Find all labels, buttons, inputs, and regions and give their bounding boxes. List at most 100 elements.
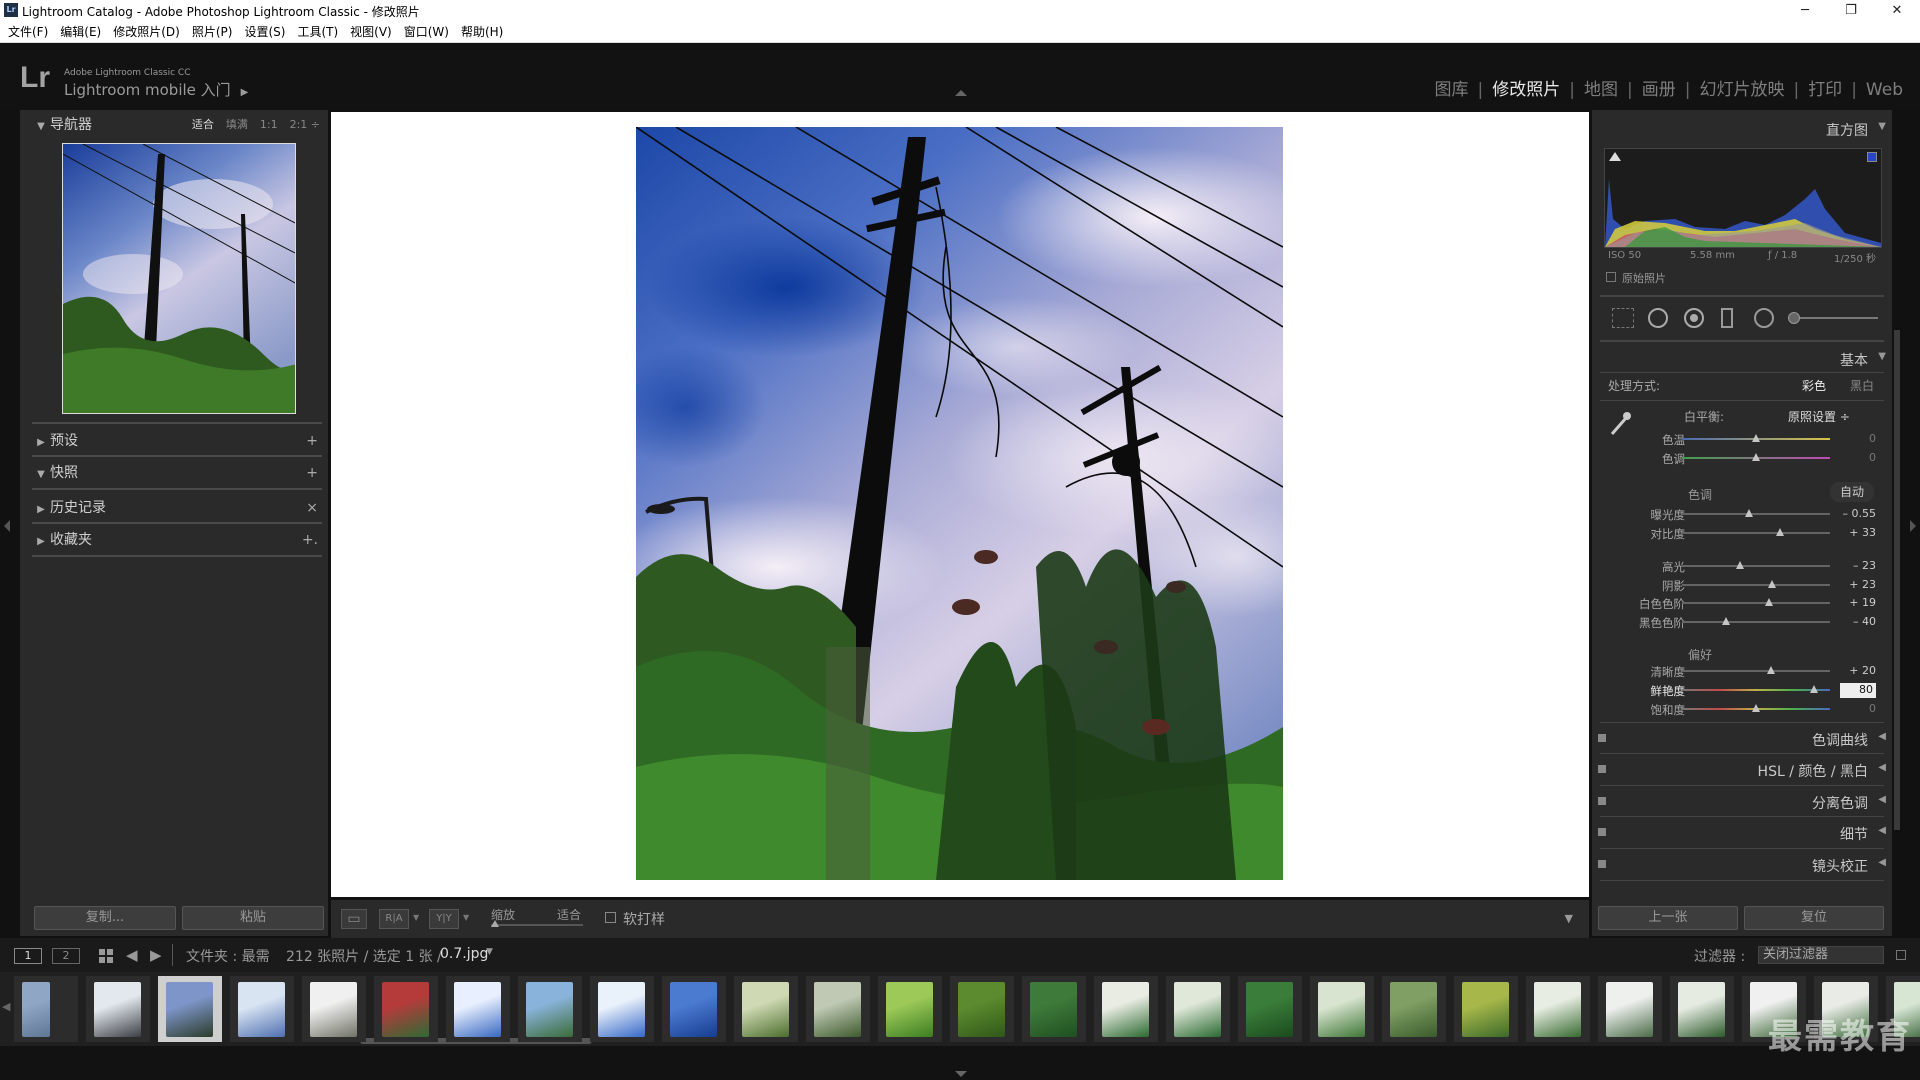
previous-photo-icon[interactable]: ◀ (126, 946, 138, 964)
slider-value[interactable]: – 0.55 (1836, 507, 1877, 520)
collapse-bottom-arrow-icon[interactable] (955, 1071, 967, 1077)
clear-history-icon[interactable]: × (306, 493, 318, 523)
menu-tools[interactable]: 工具(T) (291, 21, 344, 43)
tone-curve-toggle-icon[interactable] (1598, 734, 1606, 742)
slider-knob[interactable] (1752, 434, 1760, 442)
menu-view[interactable]: 视图(V) (344, 21, 398, 43)
radial-filter-icon[interactable] (1754, 308, 1774, 328)
red-eye-icon[interactable] (1684, 308, 1704, 328)
filename-dropdown-icon[interactable]: ▼ (486, 947, 493, 957)
slider-track[interactable] (1682, 621, 1830, 623)
filmstrip-thumbnail[interactable] (1246, 982, 1293, 1037)
filmstrip-thumbnail[interactable] (1102, 982, 1149, 1037)
slider-knob[interactable] (1744, 509, 1753, 517)
soft-proof-checkbox[interactable] (605, 912, 616, 923)
restore-icon[interactable]: ❐ (1828, 0, 1874, 21)
add-snapshot-icon[interactable]: + (306, 458, 318, 488)
add-preset-icon[interactable]: + (306, 426, 318, 456)
slider-value[interactable]: + 20 (1836, 664, 1876, 677)
main-photo[interactable] (636, 127, 1283, 880)
slider-value[interactable]: 80 (1840, 683, 1876, 698)
menu-window[interactable]: 窗口(W) (398, 21, 455, 43)
slider-knob[interactable] (1766, 666, 1775, 674)
slider-knob[interactable] (1752, 453, 1760, 461)
previous-settings-button[interactable]: 上一张 (1598, 906, 1738, 930)
paste-settings-button[interactable]: 粘贴 (182, 906, 324, 930)
hsl-header[interactable]: HSL / 颜色 / 黑白 ◀ (1592, 755, 1892, 783)
copy-settings-button[interactable]: 复制... (34, 906, 176, 930)
current-filename[interactable]: 0.7.jpg (440, 946, 488, 962)
slider-knob[interactable] (1722, 617, 1731, 625)
lens-correction-toggle-icon[interactable] (1598, 860, 1606, 868)
filmstrip-thumbnail[interactable] (1534, 982, 1581, 1037)
menu-develop[interactable]: 修改照片(D) (107, 21, 186, 43)
dropdown-arrow-icon[interactable]: ▼ (463, 913, 469, 922)
module-slideshow[interactable]: 幻灯片放映 (1690, 75, 1793, 100)
presets-header[interactable]: ▶ 预设 + (20, 426, 328, 456)
filmstrip-thumbnail[interactable] (1678, 982, 1725, 1037)
filmstrip-thumbnail[interactable] (598, 982, 645, 1037)
basic-header[interactable]: 基本 ▼ (1592, 344, 1892, 372)
slider-knob[interactable] (1775, 528, 1784, 536)
split-toning-toggle-icon[interactable] (1598, 797, 1606, 805)
filmstrip-thumbnail[interactable] (454, 982, 501, 1037)
module-develop[interactable]: 修改照片 (1483, 75, 1569, 100)
hsl-toggle-icon[interactable] (1598, 765, 1606, 773)
auto-tone-button[interactable]: 自动 (1830, 482, 1874, 502)
zoom-slider-knob[interactable] (491, 920, 499, 927)
zoom-2-1-option[interactable]: 2:1 ÷ (290, 118, 320, 131)
filter-lock-icon[interactable] (1896, 950, 1906, 960)
toolbar-options-arrow-icon[interactable]: ▼ (1565, 912, 1573, 925)
zoom-fit-option[interactable]: 适合 (192, 118, 214, 131)
crop-tool-icon[interactable] (1612, 308, 1634, 328)
filmstrip-left-arrow-icon[interactable]: ◀ (2, 1000, 10, 1013)
snapshots-header[interactable]: ▼ 快照 + (20, 458, 328, 488)
slider-knob[interactable] (1768, 580, 1777, 588)
filmstrip-thumbnail[interactable] (1030, 982, 1077, 1037)
right-panel-scrollbar[interactable] (1894, 330, 1900, 830)
navigator-header[interactable]: ▼ 导航器 适合 填满 1:1 2:1 ÷ (20, 110, 328, 140)
before-after-lr-button[interactable]: R|A (379, 909, 409, 929)
slider-track[interactable] (1682, 565, 1830, 567)
filmstrip-thumbnail[interactable] (1606, 982, 1653, 1037)
navigator-preview[interactable] (62, 143, 296, 414)
filmstrip-thumbnail[interactable] (94, 982, 141, 1037)
shadow-clipping-icon[interactable] (1609, 152, 1621, 161)
left-panel-toggle-icon[interactable] (4, 520, 10, 532)
right-panel-toggle-icon[interactable] (1910, 520, 1916, 532)
add-collection-icon[interactable]: +. (302, 525, 318, 555)
adjustment-brush-slider[interactable] (1788, 317, 1878, 319)
slider-track[interactable] (1682, 532, 1830, 534)
loupe-view-button[interactable]: ▭ (341, 909, 367, 929)
filmstrip-thumbnail[interactable] (1318, 982, 1365, 1037)
filmstrip-thumbnail[interactable] (166, 982, 213, 1037)
adjustment-brush-icon[interactable] (1788, 312, 1800, 324)
slider-track[interactable] (1682, 513, 1830, 515)
wb-preset-select[interactable]: 原照设置 ÷ (1788, 403, 1850, 431)
module-print[interactable]: 打印 (1799, 75, 1851, 100)
tone-curve-header[interactable]: 色调曲线 ◀ (1592, 724, 1892, 752)
menu-photo[interactable]: 照片(P) (186, 21, 239, 43)
filmstrip-thumbnail[interactable] (670, 982, 717, 1037)
module-web[interactable]: Web (1857, 80, 1912, 100)
close-icon[interactable]: ✕ (1874, 0, 1920, 21)
menu-settings[interactable]: 设置(S) (238, 21, 291, 43)
filmstrip-thumbnail[interactable] (526, 982, 573, 1037)
filmstrip-thumbnail[interactable] (1174, 982, 1221, 1037)
slider-value[interactable]: + 19 (1836, 596, 1876, 609)
detail-header[interactable]: 细节 ◀ (1592, 818, 1892, 846)
highlight-clipping-icon[interactable] (1867, 152, 1877, 162)
grid-view-icon[interactable] (98, 948, 114, 964)
spot-removal-icon[interactable] (1648, 308, 1668, 328)
slider-knob[interactable] (1735, 561, 1744, 569)
original-photo-checkbox[interactable] (1606, 272, 1616, 282)
filmstrip-thumbnail[interactable] (22, 982, 50, 1037)
slider-track[interactable] (1682, 584, 1830, 586)
filmstrip-thumbnail[interactable] (238, 982, 285, 1037)
filmstrip-thumbnail[interactable] (814, 982, 861, 1037)
history-header[interactable]: ▶ 历史记录 × (20, 493, 328, 523)
filmstrip-thumbnail[interactable] (886, 982, 933, 1037)
filmstrip-thumbnail[interactable] (1390, 982, 1437, 1037)
reset-button[interactable]: 复位 (1744, 906, 1884, 930)
lens-correction-header[interactable]: 镜头校正 ◀ (1592, 850, 1892, 878)
